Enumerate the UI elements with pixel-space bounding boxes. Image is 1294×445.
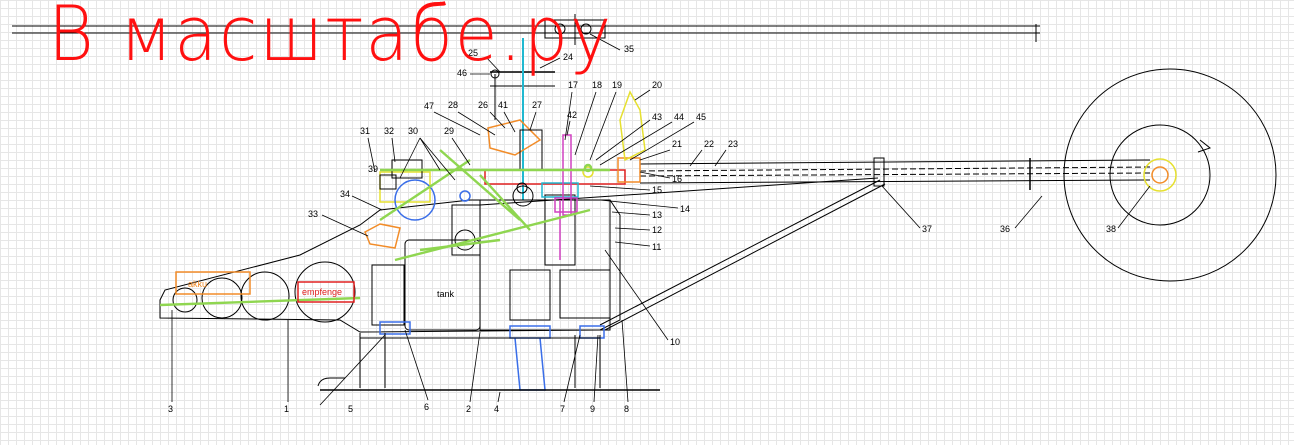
part-30: 30 xyxy=(408,126,418,136)
part-18: 18 xyxy=(592,80,602,90)
part-20: 20 xyxy=(652,80,662,90)
part-33: 33 xyxy=(308,209,318,219)
part-34: 34 xyxy=(340,189,350,199)
part-21: 21 xyxy=(672,139,682,149)
part-5: 5 xyxy=(348,404,353,414)
part-39: 39 xyxy=(368,164,378,174)
part-43: 43 xyxy=(652,112,662,122)
part-9: 9 xyxy=(590,404,595,414)
part-23: 23 xyxy=(728,139,738,149)
part-12: 12 xyxy=(652,225,662,235)
part-47: 47 xyxy=(424,101,434,111)
part-27: 27 xyxy=(532,100,542,110)
part-7: 7 xyxy=(560,404,565,414)
part-17: 17 xyxy=(568,80,578,90)
landing-skid xyxy=(317,333,660,391)
part-41: 41 xyxy=(498,100,508,110)
part-37: 37 xyxy=(922,224,932,234)
part-29: 29 xyxy=(444,126,454,136)
part-35: 35 xyxy=(624,44,634,54)
watermark-logo: В масштабе.ру xyxy=(48,0,614,78)
akku-label: akku xyxy=(188,279,207,289)
part-28: 28 xyxy=(448,100,458,110)
drawing-canvas: akku empfenge tank 3 1 5 6 2 4 7 9 8 10 … xyxy=(0,0,1294,445)
part-42: 42 xyxy=(567,110,577,120)
part-4: 4 xyxy=(494,404,499,414)
part-numbers: 3 1 5 6 2 4 7 9 8 10 11 12 13 14 15 16 1… xyxy=(168,33,1151,414)
part-31: 31 xyxy=(360,126,370,136)
tail-rotor xyxy=(1063,68,1277,282)
part-36: 36 xyxy=(1000,224,1010,234)
main-frame: tank xyxy=(371,194,611,391)
servo-assembly xyxy=(364,159,481,256)
part-8: 8 xyxy=(624,404,629,414)
upper-mechanics xyxy=(484,90,646,216)
part-10: 10 xyxy=(670,337,680,347)
tank-label: tank xyxy=(437,289,455,299)
part-45: 45 xyxy=(696,112,706,122)
part-19: 19 xyxy=(612,80,622,90)
part-26: 26 xyxy=(478,100,488,110)
part-13: 13 xyxy=(652,210,662,220)
part-15: 15 xyxy=(652,185,662,195)
part-22: 22 xyxy=(704,139,714,149)
part-6: 6 xyxy=(424,402,429,412)
part-1: 1 xyxy=(284,404,289,414)
part-16: 16 xyxy=(672,174,682,184)
empfaenger-label: empfenge xyxy=(302,287,342,297)
part-38: 38 xyxy=(1106,224,1116,234)
part-3: 3 xyxy=(168,404,173,414)
part-32: 32 xyxy=(384,126,394,136)
part-2: 2 xyxy=(466,404,471,414)
part-44: 44 xyxy=(674,112,684,122)
part-14: 14 xyxy=(680,204,690,214)
part-11: 11 xyxy=(652,242,661,252)
